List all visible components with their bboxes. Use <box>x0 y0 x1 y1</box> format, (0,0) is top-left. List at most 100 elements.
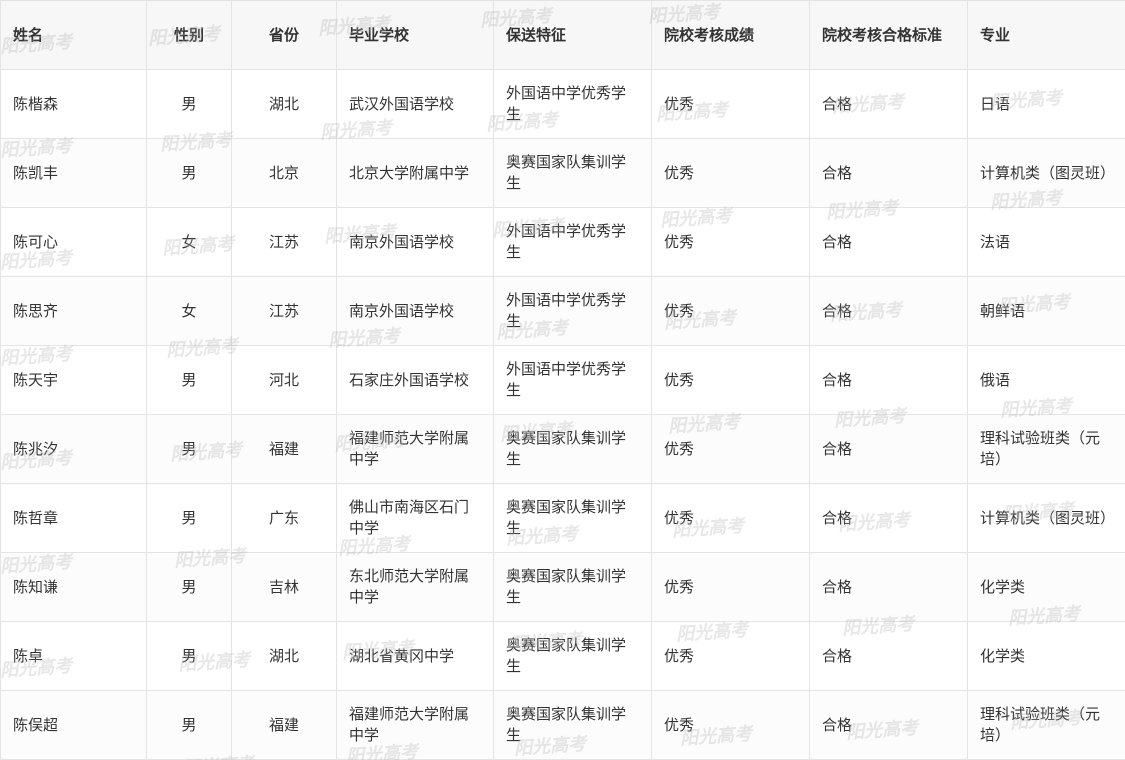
cell-school: 南京外国语学校 <box>336 207 494 277</box>
cell-province: 福建 <box>231 414 337 484</box>
cell-standard: 合格 <box>809 690 968 760</box>
cell-major: 俄语 <box>967 345 1125 415</box>
table-row: 陈天宇男河北 石家庄外国语学校 外国语中学优秀学生 优秀 合格 俄语 <box>0 345 1125 415</box>
cell-standard: 合格 <box>809 207 968 277</box>
table-row: 陈俣超男福建 福建师范大学附属中学 奥赛国家队集训学生 优秀 合格 理科试验班类（元培） <box>0 690 1125 760</box>
table-row: 陈凯丰男北京 北京大学附属中学 奥赛国家队集训学生 优秀 合格 计算机类（图灵班） <box>0 138 1125 208</box>
cell-major: 化学类 <box>967 552 1125 622</box>
table-row: 陈兆汐男福建 福建师范大学附属中学 奥赛国家队集训学生 优秀 合格 理科试验班类（元培） <box>0 414 1125 484</box>
cell-score: 优秀 <box>651 414 810 484</box>
cell-feature: 奥赛国家队集训学生 <box>493 483 652 553</box>
cell-major: 化学类 <box>967 621 1125 691</box>
cell-province: 湖北 <box>231 69 337 139</box>
cell-score: 优秀 <box>651 345 810 415</box>
cell-feature: 奥赛国家队集训学生 <box>493 414 652 484</box>
cell-name: 陈可心 <box>0 207 147 277</box>
cell-school: 佛山市南海区石门中学 <box>336 483 494 553</box>
cell-school: 湖北省黄冈中学 <box>336 621 494 691</box>
cell-name: 陈俣超 <box>0 690 147 760</box>
cell-gender: 男 <box>146 414 232 484</box>
cell-gender: 男 <box>146 621 232 691</box>
cell-standard: 合格 <box>809 552 968 622</box>
cell-gender: 男 <box>146 138 232 208</box>
cell-name: 陈卓 <box>0 621 147 691</box>
cell-name: 陈凯丰 <box>0 138 147 208</box>
cell-feature: 奥赛国家队集训学生 <box>493 138 652 208</box>
header-name: 姓名 <box>0 0 147 70</box>
cell-standard: 合格 <box>809 276 968 346</box>
header-score: 院校考核成绩 <box>651 0 810 70</box>
cell-feature: 奥赛国家队集训学生 <box>493 552 652 622</box>
cell-province: 吉林 <box>231 552 337 622</box>
table-row: 陈思齐女江苏 南京外国语学校 外国语中学优秀学生 优秀 合格 朝鲜语 <box>0 276 1125 346</box>
cell-name: 陈楷森 <box>0 69 147 139</box>
cell-gender: 男 <box>146 690 232 760</box>
cell-province: 广东 <box>231 483 337 553</box>
cell-feature: 外国语中学优秀学生 <box>493 69 652 139</box>
cell-gender: 男 <box>146 483 232 553</box>
table-row: 陈哲章男广东 佛山市南海区石门中学 奥赛国家队集训学生 优秀 合格 计算机类（图灵班） <box>0 483 1125 553</box>
cell-standard: 合格 <box>809 483 968 553</box>
cell-school: 北京大学附属中学 <box>336 138 494 208</box>
cell-score: 优秀 <box>651 276 810 346</box>
cell-name: 陈知谦 <box>0 552 147 622</box>
cell-score: 优秀 <box>651 207 810 277</box>
cell-standard: 合格 <box>809 345 968 415</box>
table-row: 陈可心女江苏 南京外国语学校 外国语中学优秀学生 优秀 合格 法语 <box>0 207 1125 277</box>
cell-gender: 女 <box>146 207 232 277</box>
cell-gender: 男 <box>146 69 232 139</box>
cell-major: 日语 <box>967 69 1125 139</box>
cell-province: 北京 <box>231 138 337 208</box>
cell-school: 南京外国语学校 <box>336 276 494 346</box>
cell-major: 计算机类（图灵班） <box>967 138 1125 208</box>
cell-name: 陈天宇 <box>0 345 147 415</box>
cell-standard: 合格 <box>809 621 968 691</box>
cell-major: 理科试验班类（元培） <box>967 414 1125 484</box>
cell-score: 优秀 <box>651 552 810 622</box>
cell-gender: 男 <box>146 345 232 415</box>
admission-table: 姓名 性别 省份 毕业学校 保送特征 院校考核成绩 院校考核合格标准 专业 陈楷… <box>0 0 1125 760</box>
cell-school: 武汉外国语学校 <box>336 69 494 139</box>
table-row: 陈知谦男吉林 东北师范大学附属中学 奥赛国家队集训学生 优秀 合格 化学类 <box>0 552 1125 622</box>
cell-score: 优秀 <box>651 483 810 553</box>
cell-province: 福建 <box>231 690 337 760</box>
cell-feature: 奥赛国家队集训学生 <box>493 621 652 691</box>
cell-score: 优秀 <box>651 621 810 691</box>
table-body: 陈楷森男湖北 武汉外国语学校 外国语中学优秀学生 优秀 合格 日语 陈凯丰男北京 北京大学附属… <box>0 69 1125 760</box>
cell-major: 理科试验班类（元培） <box>967 690 1125 760</box>
cell-feature: 外国语中学优秀学生 <box>493 207 652 277</box>
cell-major: 朝鲜语 <box>967 276 1125 346</box>
table-row: 陈楷森男湖北 武汉外国语学校 外国语中学优秀学生 优秀 合格 日语 <box>0 69 1125 139</box>
cell-province: 江苏 <box>231 276 337 346</box>
cell-standard: 合格 <box>809 414 968 484</box>
cell-school: 福建师范大学附属中学 <box>336 690 494 760</box>
cell-feature: 奥赛国家队集训学生 <box>493 690 652 760</box>
cell-name: 陈哲章 <box>0 483 147 553</box>
table-row: 陈卓男湖北 湖北省黄冈中学 奥赛国家队集训学生 优秀 合格 化学类 <box>0 621 1125 691</box>
header-major: 专业 <box>967 0 1125 70</box>
cell-gender: 男 <box>146 552 232 622</box>
cell-major: 法语 <box>967 207 1125 277</box>
header-gender: 性别 <box>146 0 232 70</box>
cell-major: 计算机类（图灵班） <box>967 483 1125 553</box>
cell-standard: 合格 <box>809 69 968 139</box>
cell-province: 江苏 <box>231 207 337 277</box>
cell-feature: 外国语中学优秀学生 <box>493 276 652 346</box>
header-standard: 院校考核合格标准 <box>809 0 968 70</box>
cell-feature: 外国语中学优秀学生 <box>493 345 652 415</box>
cell-score: 优秀 <box>651 69 810 139</box>
header-school: 毕业学校 <box>336 0 494 70</box>
cell-school: 东北师范大学附属中学 <box>336 552 494 622</box>
cell-score: 优秀 <box>651 138 810 208</box>
cell-standard: 合格 <box>809 138 968 208</box>
cell-name: 陈思齐 <box>0 276 147 346</box>
cell-name: 陈兆汐 <box>0 414 147 484</box>
cell-province: 河北 <box>231 345 337 415</box>
table-header-row: 姓名 性别 省份 毕业学校 保送特征 院校考核成绩 院校考核合格标准 专业 <box>0 0 1125 70</box>
cell-school: 石家庄外国语学校 <box>336 345 494 415</box>
cell-school: 福建师范大学附属中学 <box>336 414 494 484</box>
header-province: 省份 <box>231 0 337 70</box>
header-feature: 保送特征 <box>493 0 652 70</box>
cell-gender: 女 <box>146 276 232 346</box>
cell-province: 湖北 <box>231 621 337 691</box>
